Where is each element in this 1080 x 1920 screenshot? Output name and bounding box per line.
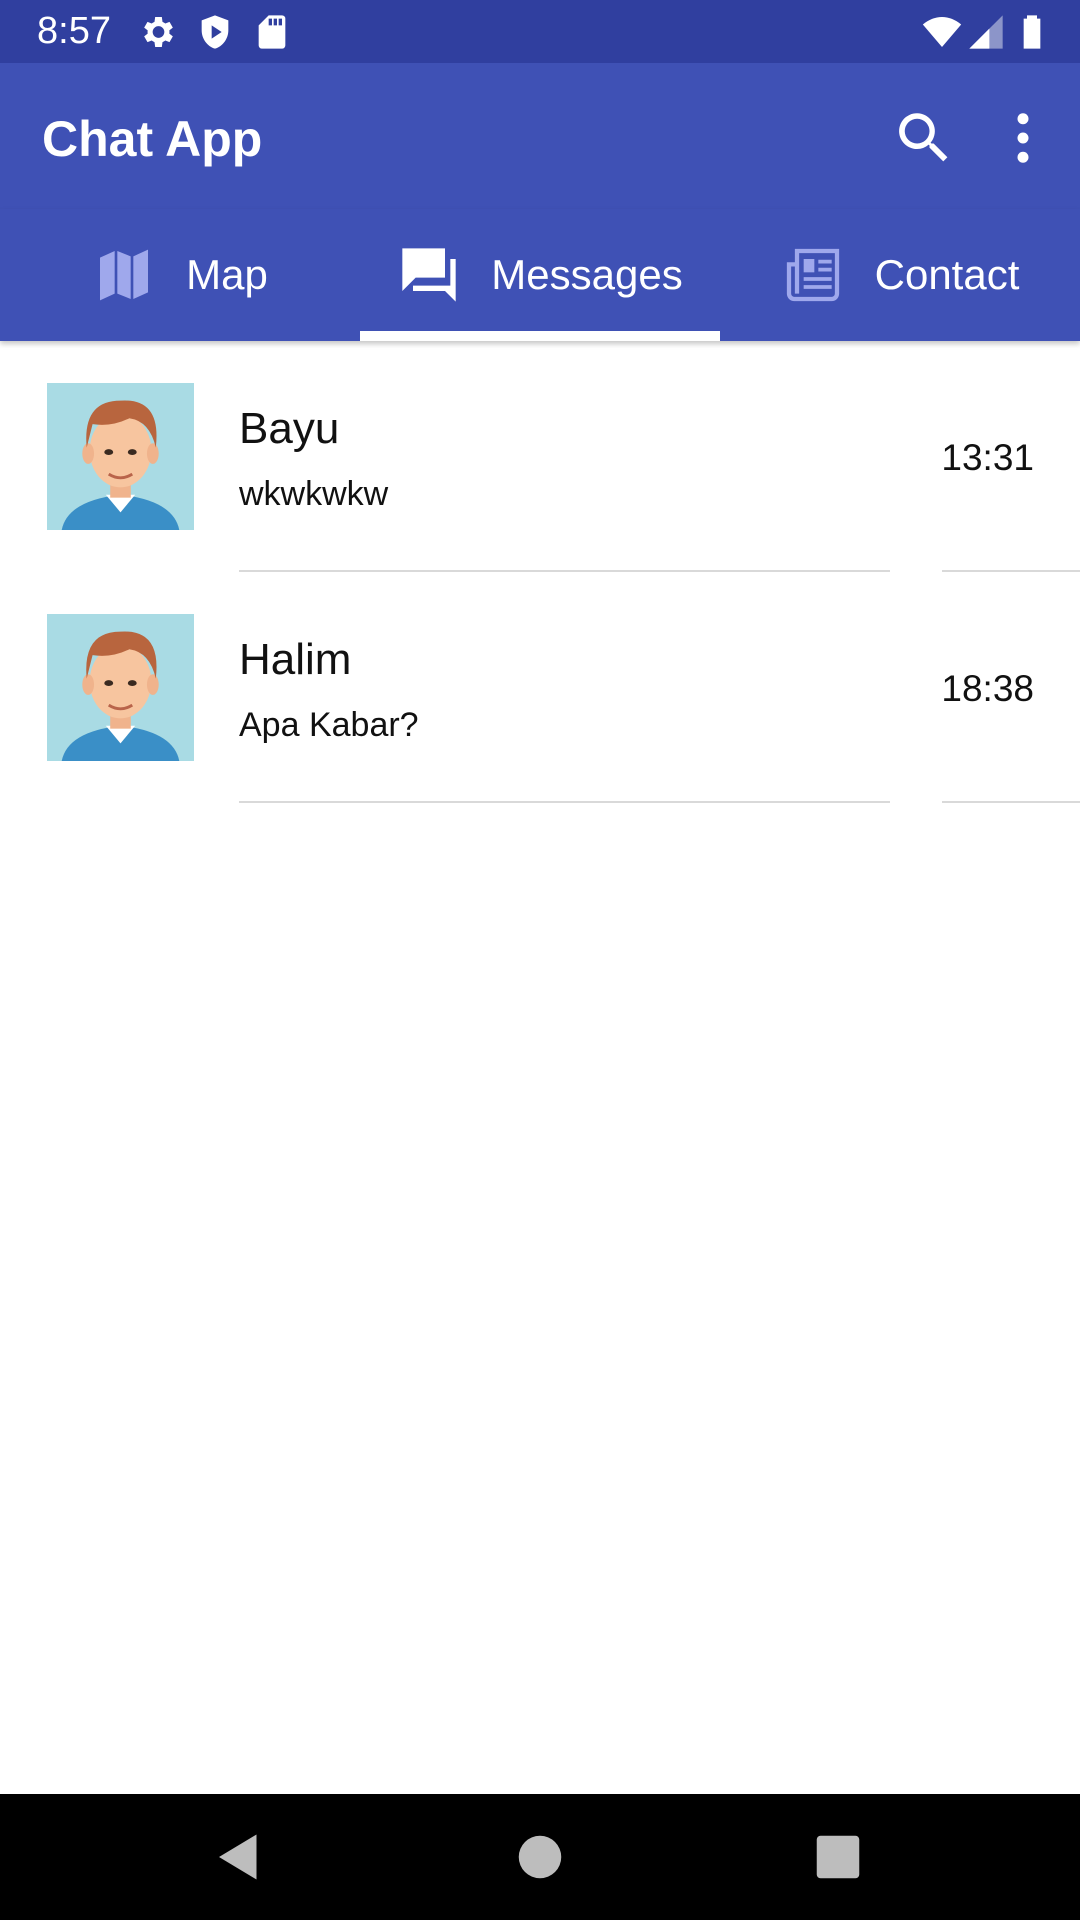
signal-icon [966,12,1006,52]
app-title: Chat App [42,111,263,167]
chat-name: Bayu [239,404,340,453]
divider [942,801,1080,803]
chat-name: Halim [239,635,352,684]
chat-time: 13:31 [941,437,1034,478]
recents-icon[interactable] [808,1827,868,1887]
shield-icon [195,12,235,52]
tab-map[interactable]: Map [0,209,360,341]
home-icon[interactable] [510,1827,570,1887]
divider [239,801,890,803]
tab-indicator [360,331,720,341]
tab-label: Messages [491,251,683,298]
navigation-bar [0,1794,1080,1920]
tab-bar: Map Messages Contact [0,209,1080,341]
status-time: 8:57 [37,10,111,52]
tab-label: Map [186,251,268,298]
sd-card-icon [252,12,292,52]
avatar [47,614,194,761]
avatar [47,383,194,530]
search-icon[interactable] [891,105,957,171]
status-bar: 8:57 [0,0,1080,63]
tab-label: Contact [874,251,1020,298]
chat-time: 18:38 [941,668,1034,709]
tab-contact[interactable]: Contact [720,209,1080,341]
chat-preview: Apa Kabar? [239,706,419,744]
app-bar: Chat App [0,63,1080,209]
map-icon [92,243,156,307]
list-item[interactable]: Bayu wkwkwkw 13:31 [0,341,1080,572]
chat-bubbles-icon [397,243,461,307]
settings-icon [137,12,177,52]
back-icon[interactable] [209,1827,269,1887]
chat-preview: wkwkwkw [239,475,389,513]
more-vert-icon[interactable] [990,105,1056,171]
chat-list: Bayu wkwkwkw 13:31 Halim Apa Kabar? 18:3… [0,341,1080,803]
newspaper-icon [781,243,845,307]
wifi-icon [920,12,964,52]
tab-messages[interactable]: Messages [360,209,720,341]
battery-icon [1012,12,1052,52]
list-item[interactable]: Halim Apa Kabar? 18:38 [0,572,1080,803]
